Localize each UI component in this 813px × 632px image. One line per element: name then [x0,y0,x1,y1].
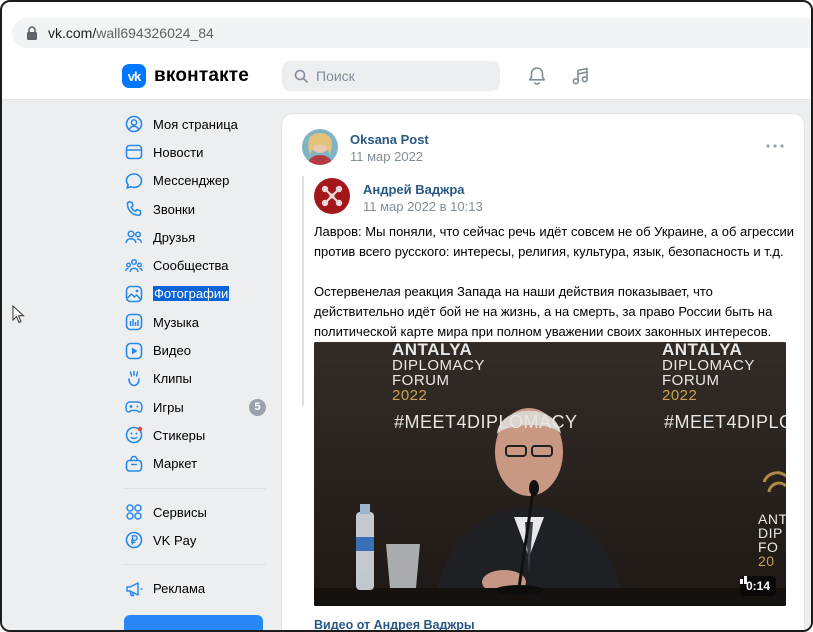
profile-icon [125,115,143,133]
video-duration: 0:14 [745,579,770,593]
vk-logo-text: вконтакте [154,65,250,86]
sidebar-item-label: VK Pay [153,532,197,548]
page-body: Моя страница Новости Мессенджер Звонки Д… [2,100,811,630]
sidebar-item-messenger[interactable]: Мессенджер [122,167,267,195]
sidebar-item-video[interactable]: Видео [122,336,267,364]
forum-title-left: ANTALYA DIPLOMACY FORUM 2022 [392,342,485,404]
sidebar-item-music[interactable]: Музыка [122,308,267,336]
sidebar-item-label: Моя страница [153,116,238,132]
news-icon [125,145,143,160]
video-title-link[interactable]: Видео от Андрея Ваджры [314,618,475,630]
post-card: Oksana Post 11 мар 2022 Андрей Ваджра 11… [281,113,805,630]
sidebar-item-label: Игры [153,399,184,415]
repost-indicator-line [302,176,304,406]
sidebar-item-label: Видео [153,343,191,359]
forum-title-cropped: ANT DIP FO 20 [758,511,786,569]
music-icon [125,313,143,331]
video-bars-icon [739,576,747,584]
sidebar-divider [124,487,266,489]
author-avatar[interactable] [302,129,338,165]
video-player[interactable]: ANTALYA DIPLOMACY FORUM 2022 #MEET4DIPLO… [314,342,786,606]
sidebar-item-games[interactable]: Игры 5 [122,393,267,421]
more-options-icon[interactable] [765,142,785,150]
sidebar-item-photos[interactable]: Фотографии [122,280,267,308]
search-box[interactable] [282,61,500,91]
hashtag-left: #MEET4DIPLOMACY [394,412,578,432]
vkpay-icon [125,531,143,549]
messenger-icon [125,172,143,189]
post-author-name[interactable]: Oksana Post [350,132,429,147]
sidebar-item-label: Мессенджер [153,173,230,189]
vk-logo[interactable]: vk вконтакте [122,64,249,88]
games-icon [125,401,143,413]
sidebar-item-label: Друзья [153,229,196,245]
url-text: vk.com/wall694326024_84 [48,25,214,41]
services-icon [126,504,142,520]
mouse-cursor-icon [12,305,25,324]
sidebar-item-label: Сообщества [153,258,229,274]
bell-icon[interactable] [526,65,548,87]
video-icon [125,342,143,359]
post-date[interactable]: 11 мар 2022 [350,149,423,164]
post-text: Лавров: Мы поняли, что сейчас речь идёт … [314,222,794,362]
music-note-icon[interactable] [570,65,592,87]
sidebar-item-news[interactable]: Новости [122,138,267,166]
lock-icon [27,26,37,40]
repost-author-name[interactable]: Андрей Ваджра [363,182,465,197]
sidebar-item-label: Музыка [153,314,199,330]
sidebar-item-my-page[interactable]: Моя страница [122,110,267,138]
sidebar-action-button[interactable] [124,615,263,630]
market-icon [125,455,143,472]
clips-icon [128,370,140,387]
sidebar-item-label: Клипы [153,371,192,387]
sidebar-item-stickers[interactable]: Стикеры [122,421,267,449]
sidebar-item-label: Звонки [153,201,195,217]
vk-header: vk вконтакте [2,52,811,100]
search-input[interactable] [316,68,486,84]
ads-icon [126,581,143,596]
sidebar-item-label: Реклама [153,581,206,597]
sidebar-divider [124,564,266,566]
communities-icon [125,258,143,272]
sidebar-item-clips[interactable]: Клипы [122,365,267,393]
friends-icon [125,230,143,244]
stickers-icon [125,427,143,444]
sidebar-item-label: Новости [153,144,204,160]
post-paragraph: Остервенелая реакция Запада на наши дейс… [314,284,773,339]
forum-title-right: ANTALYA DIPLOMACY FORUM 2022 [662,342,755,404]
repost-author-avatar[interactable] [314,178,350,214]
sidebar-item-label: Фотографии [153,286,230,302]
photos-icon [125,285,143,303]
vk-logo-icon: vk [122,64,146,88]
browser-window: vk.com/wall694326024_84 vk вконтакте Пои… [0,0,813,632]
sidebar-item-label: Маркет [153,456,198,472]
sidebar-item-market[interactable]: Маркет [122,450,267,478]
hashtag-right: #MEET4DIPLOMACY [664,412,786,432]
avatar-photo-icon [302,129,338,165]
repost-date[interactable]: 11 мар 2022 в 10:13 [363,199,483,214]
sidebar-item-vkpay[interactable]: VK Pay [122,526,267,554]
sidebar-item-label: Сервисы [153,504,207,520]
sidebar-item-services[interactable]: Сервисы [122,498,267,526]
sidebar-item-label: Стикеры [153,427,206,443]
sidebar-item-friends[interactable]: Друзья [122,223,267,251]
search-icon [294,69,308,83]
phone-icon [126,201,142,216]
address-bar[interactable]: vk.com/wall694326024_84 [12,18,811,48]
avatar-emblem-icon [314,178,350,214]
sidebar-item-ads[interactable]: Реклама [122,574,267,602]
post-paragraph: Лавров: Мы поняли, что сейчас речь идёт … [314,224,794,259]
sidebar-item-communities[interactable]: Сообщества [122,251,267,279]
left-sidebar: Моя страница Новости Мессенджер Звонки Д… [122,110,267,603]
video-duration-badge: 0:14 [739,576,776,596]
games-count-badge: 5 [249,398,266,416]
sidebar-item-calls[interactable]: Звонки [122,195,267,223]
